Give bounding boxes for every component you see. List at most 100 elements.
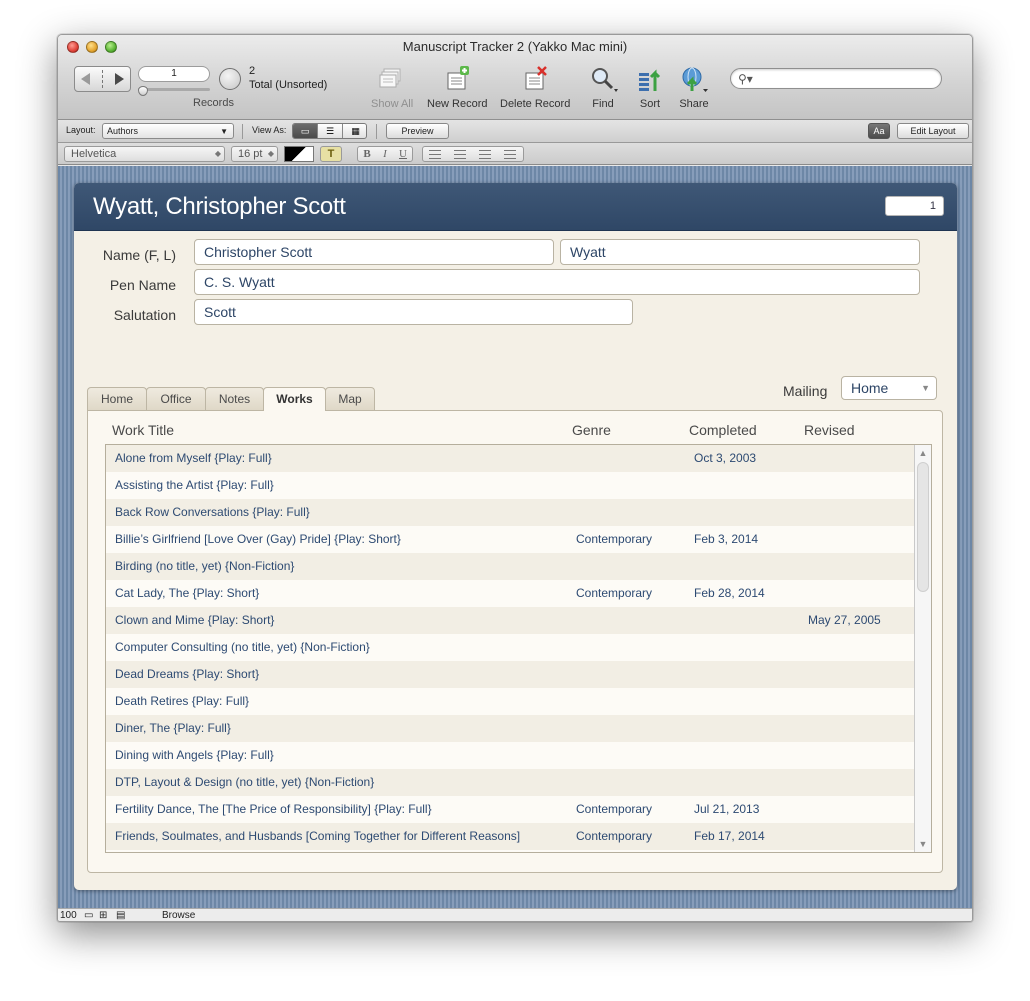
align-justify-icon[interactable] bbox=[504, 150, 516, 159]
table-row[interactable]: Friends, Soulmates, and Husbands [Coming… bbox=[106, 823, 914, 850]
font-select[interactable]: Helvetica ◆ bbox=[64, 146, 225, 162]
table-row[interactable]: Computer Consulting (no title, yet) {Non… bbox=[106, 634, 914, 661]
preview-button[interactable]: Preview bbox=[386, 123, 449, 139]
work-title-cell[interactable]: Alone from Myself {Play: Full} bbox=[115, 451, 272, 465]
table-row[interactable]: Death Retires {Play: Full} bbox=[106, 688, 914, 715]
table-row[interactable]: Billie’s Girlfriend [Love Over (Gay) Pri… bbox=[106, 526, 914, 553]
work-title-cell[interactable]: Death Retires {Play: Full} bbox=[115, 694, 249, 708]
find-button[interactable]: Find bbox=[588, 65, 618, 110]
last-name-field[interactable]: Wyatt bbox=[560, 239, 920, 265]
scroll-up-arrow-icon[interactable]: ▲ bbox=[915, 445, 931, 461]
completed-cell[interactable]: Feb 17, 2014 bbox=[694, 829, 765, 843]
align-right-icon[interactable] bbox=[479, 150, 491, 159]
align-left-icon[interactable] bbox=[429, 150, 441, 159]
new-record-button[interactable]: New Record bbox=[427, 65, 488, 110]
forward-arrow-icon[interactable] bbox=[115, 73, 124, 85]
pie-chart-icon[interactable] bbox=[219, 68, 241, 90]
back-arrow-icon[interactable] bbox=[81, 73, 90, 85]
work-title-cell[interactable]: DTP, Layout & Design (no title, yet) {No… bbox=[115, 775, 374, 789]
work-title-cell[interactable]: Dining with Angels {Play: Full} bbox=[115, 748, 274, 762]
genre-cell[interactable]: Contemporary bbox=[576, 586, 652, 600]
font-size-select[interactable]: 16 pt ◆ bbox=[231, 146, 278, 162]
tab-map[interactable]: Map bbox=[325, 387, 375, 410]
chevron-down-icon: ▼ bbox=[921, 383, 930, 393]
work-title-cell[interactable]: Cat Lady, The {Play: Short} bbox=[115, 586, 259, 600]
mailing-select[interactable]: Home ▼ bbox=[841, 376, 937, 400]
list-view-button[interactable]: ☰ bbox=[318, 124, 343, 138]
table-row[interactable]: DTP, Layout & Design (no title, yet) {No… bbox=[106, 769, 914, 796]
status-toolbar-toggle-icon[interactable]: ▤ bbox=[116, 910, 125, 921]
work-title-cell[interactable]: Back Row Conversations {Play: Full} bbox=[115, 505, 310, 519]
genre-cell[interactable]: Contemporary bbox=[576, 802, 652, 816]
formatting-bar-toggle[interactable]: Aa bbox=[868, 123, 890, 139]
italic-button[interactable]: I bbox=[376, 147, 394, 161]
delete-record-button[interactable]: Delete Record bbox=[500, 65, 570, 110]
table-row[interactable]: Assisting the Artist {Play: Full} bbox=[106, 472, 914, 499]
table-row[interactable]: Birding (no title, yet) {Non-Fiction} bbox=[106, 553, 914, 580]
layout-select-value: Authors bbox=[107, 126, 139, 136]
work-title-cell[interactable]: Billie’s Girlfriend [Love Over (Gay) Pri… bbox=[115, 532, 401, 546]
share-button[interactable]: Share bbox=[679, 65, 709, 110]
completed-cell[interactable]: Oct 3, 2003 bbox=[694, 451, 756, 465]
table-row[interactable]: Diner, The {Play: Full} bbox=[106, 715, 914, 742]
zoom-level[interactable]: 100 bbox=[60, 910, 77, 921]
zoom-out-icon[interactable]: ▭ bbox=[84, 910, 93, 921]
record-number-field[interactable]: 1 bbox=[138, 66, 210, 82]
layout-select[interactable]: Authors ▼ bbox=[102, 123, 234, 139]
completed-cell[interactable]: Feb 28, 2014 bbox=[694, 586, 765, 600]
show-all-button[interactable]: Show All bbox=[371, 65, 413, 110]
record-navigator[interactable] bbox=[74, 66, 131, 92]
table-row[interactable]: Alone from Myself {Play: Full} Oct 3, 200… bbox=[106, 445, 914, 472]
record-card: Wyatt, Christopher Scott 1 Name (F, L) C… bbox=[74, 183, 957, 890]
pen-name-field[interactable]: C. S. Wyatt bbox=[194, 269, 920, 295]
table-row[interactable]: Dining with Angels {Play: Full} bbox=[106, 742, 914, 769]
work-title-cell[interactable]: Clown and Mime {Play: Short} bbox=[115, 613, 274, 627]
genre-cell[interactable]: Contemporary bbox=[576, 532, 652, 546]
salutation-field[interactable]: Scott bbox=[194, 299, 633, 325]
highlight-color-button[interactable]: T bbox=[320, 146, 342, 162]
bold-button[interactable]: B bbox=[358, 147, 376, 161]
text-color-swatch[interactable] bbox=[284, 146, 314, 162]
table-row[interactable]: Clown and Mime {Play: Short} May 27, 2005 bbox=[106, 607, 914, 634]
zoom-in-icon[interactable]: ⊞ bbox=[99, 910, 107, 921]
scroll-thumb[interactable] bbox=[917, 462, 929, 592]
underline-button[interactable]: U bbox=[394, 147, 412, 161]
divider bbox=[376, 124, 377, 139]
table-row[interactable]: Back Row Conversations {Play: Full} bbox=[106, 499, 914, 526]
tab-home[interactable]: Home bbox=[87, 387, 147, 410]
edit-layout-button[interactable]: Edit Layout bbox=[897, 123, 969, 139]
work-title-cell[interactable]: Dead Dreams {Play: Short} bbox=[115, 667, 259, 681]
view-as-segmented[interactable]: ▭ ☰ ▦ bbox=[292, 123, 367, 139]
form-view-button[interactable]: ▭ bbox=[293, 124, 318, 138]
mode-indicator[interactable]: Browse bbox=[162, 910, 195, 921]
work-title-cell[interactable]: Diner, The {Play: Full} bbox=[115, 721, 231, 735]
record-slider-knob[interactable] bbox=[138, 86, 148, 96]
record-slider-track[interactable] bbox=[138, 88, 210, 91]
sort-button[interactable]: Sort bbox=[635, 65, 665, 110]
table-view-button[interactable]: ▦ bbox=[343, 124, 366, 138]
delete-record-label: Delete Record bbox=[500, 98, 571, 110]
record-id-field[interactable]: 1 bbox=[885, 196, 944, 216]
work-title-cell[interactable]: Assisting the Artist {Play: Full} bbox=[115, 478, 274, 492]
work-title-cell[interactable]: Fertility Dance, The [The Price of Respo… bbox=[115, 802, 432, 816]
works-portal[interactable]: Friends, Soulmates, and Husbands [Coming… bbox=[105, 444, 932, 853]
portal-scrollbar[interactable]: ▲ ▼ bbox=[914, 445, 931, 852]
find-magnifier-icon bbox=[592, 68, 618, 92]
quick-find-search[interactable]: ⚲▾ bbox=[730, 68, 942, 89]
tab-office[interactable]: Office bbox=[146, 387, 206, 410]
tab-works[interactable]: Works bbox=[263, 387, 326, 411]
first-name-field[interactable]: Christopher Scott bbox=[194, 239, 554, 265]
table-row[interactable]: Cat Lady, The {Play: Short} Contemporary F… bbox=[106, 580, 914, 607]
revised-cell[interactable]: May 27, 2005 bbox=[808, 613, 881, 627]
completed-cell[interactable]: Feb 3, 2014 bbox=[694, 532, 758, 546]
scroll-down-arrow-icon[interactable]: ▼ bbox=[915, 836, 931, 852]
table-row[interactable]: Fertility Dance, The [The Price of Respo… bbox=[106, 796, 914, 823]
table-row[interactable]: Dead Dreams {Play: Short} bbox=[106, 661, 914, 688]
align-center-icon[interactable] bbox=[454, 150, 466, 159]
work-title-cell[interactable]: Friends, Soulmates, and Husbands [Coming… bbox=[115, 829, 520, 843]
work-title-cell[interactable]: Computer Consulting (no title, yet) {Non… bbox=[115, 640, 370, 654]
genre-cell[interactable]: Contemporary bbox=[576, 829, 652, 843]
work-title-cell[interactable]: Birding (no title, yet) {Non-Fiction} bbox=[115, 559, 294, 573]
tab-notes[interactable]: Notes bbox=[205, 387, 264, 410]
completed-cell[interactable]: Jul 21, 2013 bbox=[694, 802, 759, 816]
